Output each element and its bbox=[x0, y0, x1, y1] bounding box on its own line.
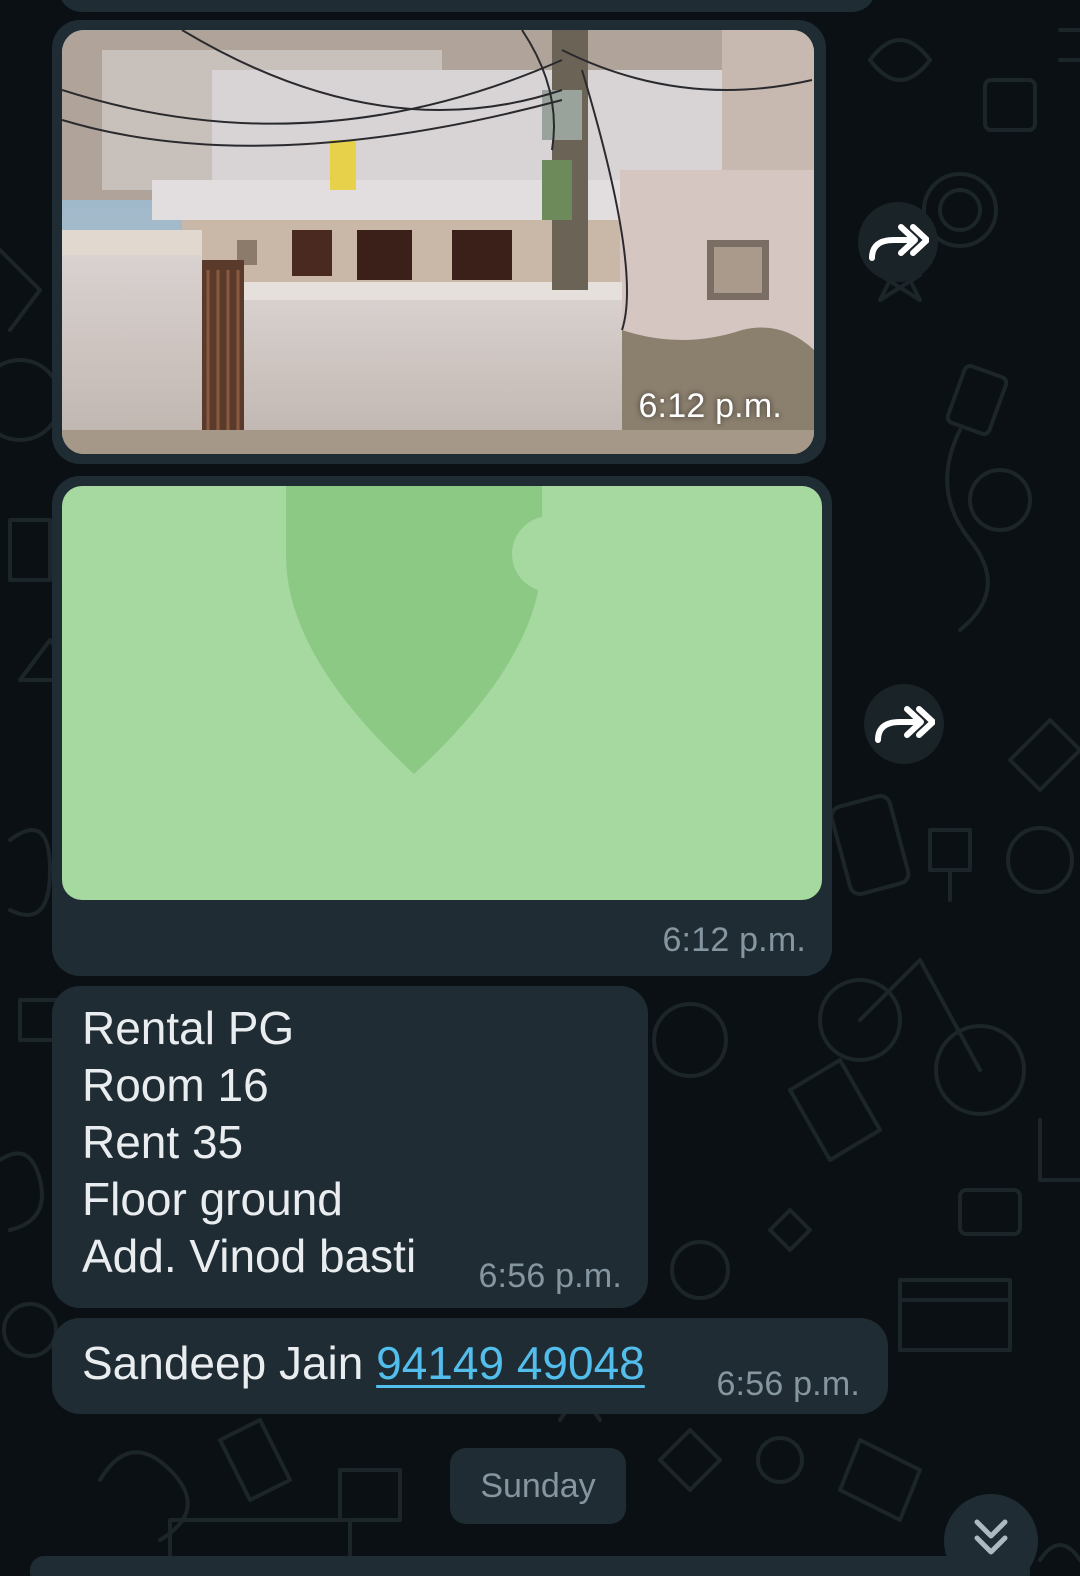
next-message-bubble bbox=[30, 1556, 1030, 1576]
text-message-bubble[interactable]: Rental PG Room 16 Rent 35 Floor ground A… bbox=[52, 986, 648, 1308]
forward-location-button[interactable] bbox=[864, 684, 944, 764]
contact-name: Sandeep Jain bbox=[82, 1337, 364, 1389]
forward-icon bbox=[875, 706, 935, 743]
chat-screen: 6:12 p.m. 6:12 p.m. Rental PG Room 16 Re… bbox=[0, 0, 1080, 1576]
location-message-bubble[interactable]: 6:12 p.m. bbox=[52, 476, 832, 976]
message-line: Rental PG bbox=[82, 1002, 295, 1054]
contact-message-bubble[interactable]: Sandeep Jain 94149 49048 6:56 p.m. bbox=[52, 1318, 888, 1414]
contact-phone-link[interactable]: 94149 49048 bbox=[376, 1337, 645, 1389]
message-line: Room 16 bbox=[82, 1059, 269, 1111]
contact-line: Sandeep Jain 94149 49048 bbox=[82, 1336, 645, 1390]
message-line: Add. Vinod basti bbox=[82, 1230, 417, 1282]
forward-photo-button[interactable] bbox=[858, 202, 938, 282]
location-map[interactable] bbox=[62, 486, 822, 900]
date-separator: Sunday bbox=[450, 1448, 626, 1524]
previous-message-bubble bbox=[58, 0, 876, 12]
photo-message-bubble[interactable]: 6:12 p.m. bbox=[52, 20, 826, 464]
location-pin-icon bbox=[286, 486, 588, 774]
location-timestamp: 6:12 p.m. bbox=[662, 921, 806, 959]
contact-message-timestamp: 6:56 p.m. bbox=[716, 1365, 860, 1403]
double-chevron-down-icon bbox=[974, 1519, 1008, 1555]
text-message-timestamp: 6:56 p.m. bbox=[478, 1257, 622, 1295]
message-line: Floor ground bbox=[82, 1173, 343, 1225]
message-text: Rental PG Room 16 Rent 35 Floor ground A… bbox=[82, 1000, 416, 1285]
house-photo[interactable]: 6:12 p.m. bbox=[62, 30, 814, 454]
forward-icon bbox=[869, 224, 929, 261]
message-line: Rent 35 bbox=[82, 1116, 244, 1168]
photo-timestamp: 6:12 p.m. bbox=[638, 387, 782, 425]
